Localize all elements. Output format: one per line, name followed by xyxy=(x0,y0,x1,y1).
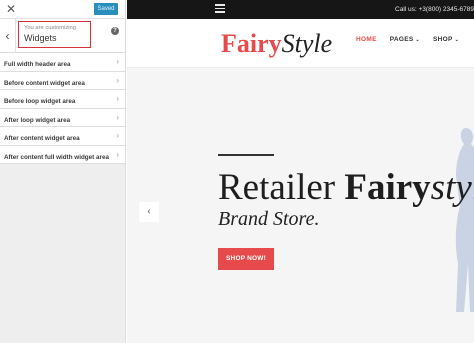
customizer-top-bar: ✕ Saved xyxy=(0,0,125,19)
site-header: FairyStyle HOME PAGES ⌄ SHOP ⌄ xyxy=(127,19,474,68)
chevron-left-icon[interactable]: ‹ xyxy=(139,202,159,222)
site-logo[interactable]: FairyStyle xyxy=(221,29,332,59)
customizing-label: You are customizing xyxy=(24,25,76,31)
chevron-right-icon: › xyxy=(116,149,119,159)
widget-area-item[interactable]: After content widget area › xyxy=(0,127,125,146)
chevron-right-icon: › xyxy=(116,94,119,103)
saved-button[interactable]: Saved xyxy=(94,3,118,15)
site-top-bar: Call us: +3(800) 2345-6789 xyxy=(127,0,474,19)
logo-part-fairy: Fairy xyxy=(221,29,282,58)
panel-header: ‹ You are customizing Widgets ? xyxy=(0,19,125,53)
question-icon[interactable]: ? xyxy=(111,27,119,35)
widget-area-item[interactable]: Before loop widget area › xyxy=(0,90,125,109)
customizer-sidebar: ✕ Saved ‹ You are customizing Widgets ? … xyxy=(0,0,126,343)
nav-pages-label: PAGES xyxy=(389,35,414,43)
shop-now-button[interactable]: SHOP NOW! xyxy=(218,248,274,270)
hero-subtitle: Brand Store. xyxy=(218,208,320,230)
widget-area-item[interactable]: Before content widget area › xyxy=(0,71,125,90)
chevron-right-icon: › xyxy=(116,75,119,85)
chevron-right-icon: › xyxy=(116,112,119,122)
hero-title-prefix: Retailer xyxy=(218,167,345,208)
widget-area-label: Full width header area xyxy=(4,61,71,68)
hero-title-brand: Fairy xyxy=(344,167,431,208)
model-silhouette-image xyxy=(455,128,474,312)
hamburger-icon[interactable] xyxy=(215,4,225,14)
nav-pages[interactable]: PAGES ⌄ xyxy=(390,36,420,43)
widget-area-item[interactable]: After content full width widget area › xyxy=(0,145,125,164)
hero-title: Retailer Fairystyle xyxy=(218,167,474,209)
site-preview: Call us: +3(800) 2345-6789 FairyStyle HO… xyxy=(127,0,474,343)
panel-title: Widgets xyxy=(24,33,57,43)
widget-area-item[interactable]: Full width header area › xyxy=(0,53,125,72)
widget-area-list: Full width header area › Before content … xyxy=(0,53,125,164)
widget-area-item[interactable]: After loop widget area › xyxy=(0,108,125,127)
hero-title-brand-italic: style xyxy=(430,167,474,208)
chevron-down-icon: ⌄ xyxy=(415,36,420,43)
chevron-right-icon: › xyxy=(116,131,119,140)
widget-area-label: After content widget area xyxy=(4,135,80,142)
nav-home-label: HOME xyxy=(356,35,377,43)
nav-home[interactable]: HOME xyxy=(356,36,377,43)
chevron-right-icon: › xyxy=(116,57,119,66)
widget-area-label: Before content widget area xyxy=(4,79,85,87)
widget-area-label: After loop widget area xyxy=(4,116,71,124)
nav-shop[interactable]: SHOP ⌄ xyxy=(433,36,459,43)
close-icon[interactable]: ✕ xyxy=(5,2,17,16)
chevron-down-icon: ⌄ xyxy=(454,36,460,43)
call-us-text: Call us: +3(800) 2345-6789 xyxy=(395,6,474,13)
widget-area-label: Before loop widget area xyxy=(4,98,76,105)
hero-slider: Retailer Fairystyle Brand Store. SHOP NO… xyxy=(127,69,474,343)
nav-shop-label: SHOP xyxy=(432,35,453,43)
main-nav: HOME PAGES ⌄ SHOP ⌄ xyxy=(356,19,472,59)
chevron-left-icon[interactable]: ‹ xyxy=(0,19,16,53)
logo-part-style: Style xyxy=(281,29,333,58)
panel-title-box: You are customizing Widgets xyxy=(18,21,91,48)
hero-divider-line xyxy=(218,154,274,156)
widget-area-label: After content full width widget area xyxy=(4,153,109,161)
